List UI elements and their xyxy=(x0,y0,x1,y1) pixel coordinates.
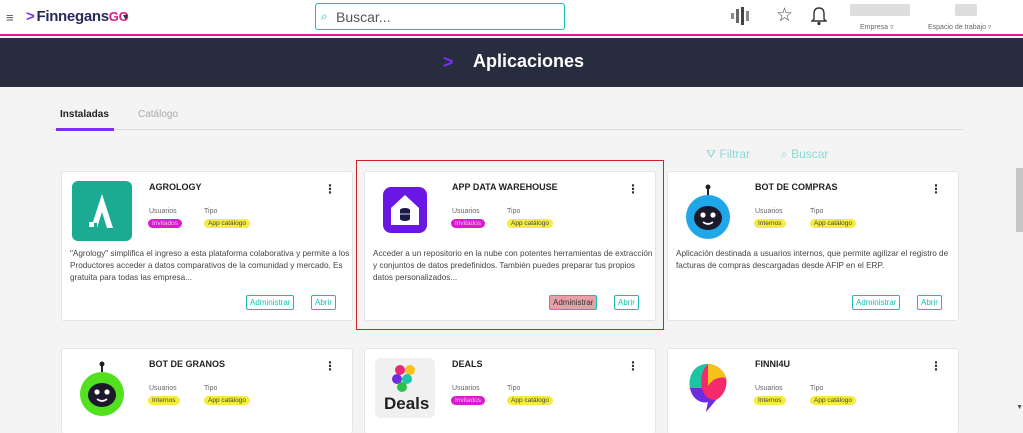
tipo-label: Tipo xyxy=(204,208,218,215)
bot-compras-logo xyxy=(678,181,738,241)
workspace-name-redacted xyxy=(955,4,977,16)
more-options-icon[interactable]: ⋮ xyxy=(930,182,942,196)
tipo-label: Tipo xyxy=(204,385,218,392)
bell-icon[interactable] xyxy=(811,6,827,26)
app-card-deals: Deals DEALS ⋮ Usuarios Tipo Invitados Ap… xyxy=(364,348,656,433)
app-card-bot-granos: BOT DE GRANOS ⋮ Usuarios Tipo Internos A… xyxy=(61,348,353,433)
usuarios-tag: Internos xyxy=(754,219,786,228)
more-options-icon[interactable]: ⋮ xyxy=(627,359,639,373)
filter-icon: ⛛ xyxy=(706,147,717,161)
scroll-down-icon[interactable]: ▼ xyxy=(1016,404,1023,411)
tab-catalogo[interactable]: Catálogo xyxy=(138,109,178,120)
usuarios-label: Usuarios xyxy=(149,208,177,215)
company-name-redacted xyxy=(850,4,910,16)
page-header: > Aplicaciones xyxy=(0,38,1023,87)
tipo-label: Tipo xyxy=(810,208,824,215)
tipo-label: Tipo xyxy=(810,385,824,392)
chevron-right-icon: > xyxy=(443,52,454,72)
usuarios-label: Usuarios xyxy=(149,385,177,392)
tipo-tag: App catálogo xyxy=(810,396,856,405)
brand-logo[interactable]: > FinnegansGO xyxy=(26,8,129,25)
tipo-tag: App catálogo xyxy=(204,219,250,228)
star-icon[interactable]: ☆ xyxy=(776,4,793,27)
top-bar: ≡ > FinnegansGO ▾ ⌕ Buscar... ☆ Empresa ▿… xyxy=(0,0,1023,36)
global-search-input[interactable]: ⌕ Buscar... xyxy=(315,3,565,30)
finni4u-logo xyxy=(678,358,738,418)
scrollbar-thumb[interactable] xyxy=(1016,168,1023,232)
tipo-tag: App catálogo xyxy=(810,219,856,228)
app-title: BOT DE COMPRAS xyxy=(755,182,838,192)
app-description: Aplicación destinada a usuarios internos… xyxy=(676,249,949,270)
search-placeholder: Buscar... xyxy=(336,9,391,25)
app-card-agrology: AGROLOGY ⋮ Usuarios Tipo Invitados App c… xyxy=(61,171,353,321)
abrir-button[interactable]: Abrir xyxy=(917,295,942,310)
app-description: "Agrology" simplifica el ingreso a esta … xyxy=(70,249,350,282)
app-title: AGROLOGY xyxy=(149,182,202,192)
app-card-finni4u: FINNI4U ⋮ Usuarios Tipo Internos App cat… xyxy=(667,348,959,433)
apps-icon[interactable] xyxy=(730,6,752,26)
tipo-label: Tipo xyxy=(507,385,521,392)
app-title: DEALS xyxy=(452,359,483,369)
tipo-tag: App catálogo xyxy=(204,396,250,405)
search-icon: ⌕ xyxy=(781,147,788,161)
usuarios-tag: Invitados xyxy=(451,396,486,405)
bot-granos-logo xyxy=(72,358,132,418)
deals-logo-text: Deals xyxy=(384,394,430,413)
more-options-icon[interactable]: ⋮ xyxy=(324,359,336,373)
tab-instaladas[interactable]: Instaladas xyxy=(56,109,114,131)
highlight-box xyxy=(356,160,664,330)
app-title: BOT DE GRANOS xyxy=(149,359,226,369)
app-title: FINNI4U xyxy=(755,359,791,369)
usuarios-tag: Invitados xyxy=(148,219,183,228)
cards-search-button[interactable]: ⌕ Buscar xyxy=(781,147,828,162)
brand-dropdown-icon[interactable]: ▾ xyxy=(123,12,128,23)
workspace-selector[interactable]: Espacio de trabajo ▿ xyxy=(928,23,991,31)
more-options-icon[interactable]: ⋮ xyxy=(930,359,942,373)
app-card-bot-compras: BOT DE COMPRAS ⋮ Usuarios Tipo Internos … xyxy=(667,171,959,321)
brand-chevron-icon: > xyxy=(26,8,35,25)
administrar-button[interactable]: Administrar xyxy=(852,295,901,310)
agrology-logo xyxy=(72,181,132,241)
usuarios-label: Usuarios xyxy=(452,385,480,392)
usuarios-label: Usuarios xyxy=(755,208,783,215)
administrar-button[interactable]: Administrar xyxy=(246,295,295,310)
more-options-icon[interactable]: ⋮ xyxy=(324,182,336,196)
usuarios-label: Usuarios xyxy=(755,385,783,392)
search-icon: ⌕ xyxy=(321,9,328,23)
page-title: Aplicaciones xyxy=(473,51,585,71)
hamburger-icon[interactable]: ≡ xyxy=(6,10,14,25)
abrir-button[interactable]: Abrir xyxy=(311,295,336,310)
tab-bar: Instaladas Catálogo xyxy=(52,106,963,131)
usuarios-tag: Internos xyxy=(754,396,786,405)
filter-button[interactable]: ⛛ Filtrar xyxy=(706,147,750,162)
deals-logo: Deals xyxy=(375,358,435,418)
company-selector[interactable]: Empresa ▿ xyxy=(860,23,893,31)
tipo-tag: App catálogo xyxy=(507,396,553,405)
usuarios-tag: Internos xyxy=(148,396,180,405)
